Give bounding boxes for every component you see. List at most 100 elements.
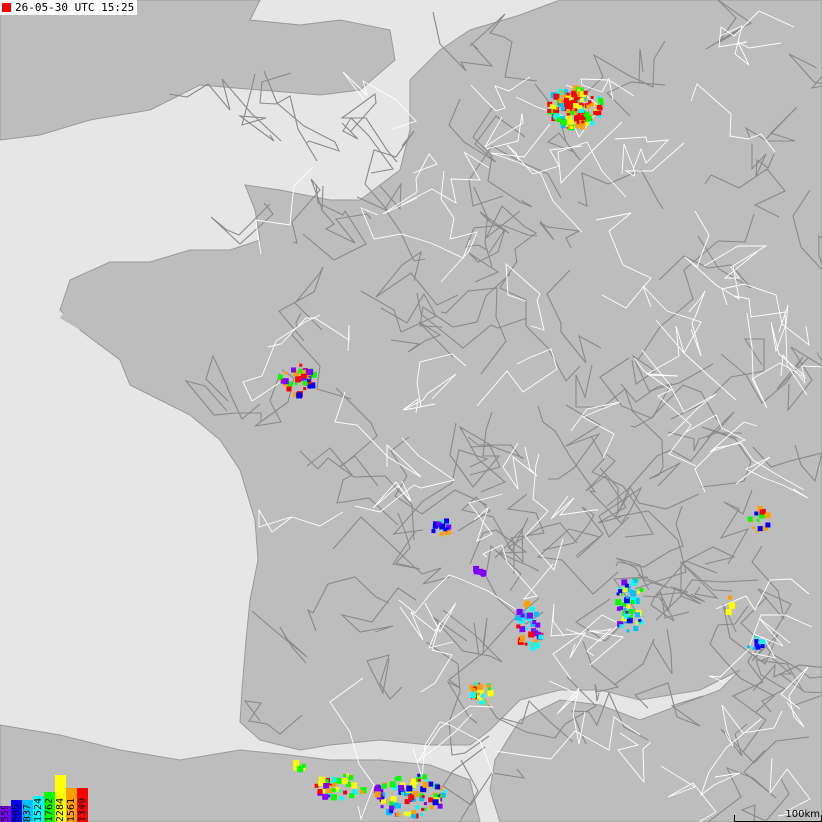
lightning-strike xyxy=(415,805,420,810)
lightning-strike xyxy=(293,759,300,766)
legend-entry: 505 xyxy=(11,800,22,822)
lightning-strike xyxy=(583,90,588,95)
lightning-strike xyxy=(406,785,413,792)
lightning-strike xyxy=(628,608,634,614)
lightning-strike xyxy=(625,610,629,614)
lightning-strike xyxy=(408,794,415,801)
lightning-strike xyxy=(306,379,310,383)
lightning-strike xyxy=(429,805,434,810)
lightning-strike xyxy=(524,642,528,646)
lightning-strike xyxy=(577,88,581,92)
lightning-strike xyxy=(398,785,405,791)
lightning-strike xyxy=(623,613,629,619)
lightning-strike xyxy=(443,789,447,793)
lightning-strike xyxy=(374,786,379,791)
lightning-strike xyxy=(291,367,296,373)
lightning-strike xyxy=(423,802,427,806)
lightning-strike xyxy=(570,125,574,129)
lightning-strike xyxy=(547,109,552,113)
lightning-strike xyxy=(728,595,732,600)
lightning-strike xyxy=(558,98,564,104)
lightning-strike xyxy=(435,784,441,790)
lightning-strike xyxy=(422,781,429,788)
legend-entry: 1561 xyxy=(66,788,77,822)
lightning-strike xyxy=(573,99,578,104)
lightning-strike xyxy=(765,522,771,528)
lightning-strike xyxy=(593,110,598,115)
legend-entry: 2284 xyxy=(55,775,66,822)
lightning-strike xyxy=(630,590,637,597)
lightning-strike xyxy=(635,612,640,618)
lightning-strike xyxy=(532,620,537,624)
lightning-strike xyxy=(633,578,638,583)
lightning-strike xyxy=(516,608,523,615)
lightning-strike xyxy=(635,621,639,625)
lightning-strike xyxy=(760,644,765,648)
lightning-strike xyxy=(381,783,387,789)
lightning-strike xyxy=(297,766,304,773)
lightning-strike xyxy=(299,363,303,367)
lightning-strike xyxy=(389,801,394,806)
lightning-strike xyxy=(479,697,483,701)
lightning-strike xyxy=(528,631,535,638)
lightning-strike xyxy=(751,526,755,530)
lightning-strike xyxy=(339,789,343,793)
lightning-strike xyxy=(757,526,763,532)
lightning-strike xyxy=(428,797,434,803)
lightning-strike xyxy=(580,87,584,91)
lightning-strike xyxy=(348,775,354,781)
lightning-strike xyxy=(439,794,443,798)
legend-label: 559 xyxy=(0,806,11,822)
lightning-strike xyxy=(332,782,337,787)
lightning-strike xyxy=(560,119,567,126)
legend-entry: 1524 xyxy=(33,796,44,822)
legend-entry: 1762 xyxy=(44,792,55,822)
lightning-strike xyxy=(754,639,759,644)
lightning-strike xyxy=(381,796,385,800)
lightning-strike xyxy=(725,609,732,616)
lightning-strike xyxy=(390,796,397,803)
lightning-strike xyxy=(560,90,564,94)
lightning-strike xyxy=(286,386,292,392)
lightning-strike xyxy=(322,793,329,800)
legend-label: 505 xyxy=(11,803,22,822)
lightning-strike xyxy=(439,523,446,530)
lightning-strike xyxy=(624,583,629,588)
lightning-strike xyxy=(395,812,400,817)
lightning-strike xyxy=(538,631,541,635)
lightning-strike xyxy=(764,512,771,519)
lightning-strike xyxy=(487,690,494,697)
lightning-strike xyxy=(525,627,528,631)
lightning-strike xyxy=(566,92,570,96)
lightning-strike xyxy=(389,781,396,788)
lightning-strike xyxy=(480,693,485,698)
lightning-strike xyxy=(476,684,483,691)
strike-age-legend: 559 505 837 1524 1762 2284 1561 1349 xyxy=(0,775,88,822)
lightning-strike xyxy=(575,124,580,129)
lightning-map[interactable] xyxy=(0,0,822,822)
lightning-strike xyxy=(553,114,558,119)
lightning-strike xyxy=(421,774,427,780)
lightning-strike xyxy=(566,109,571,113)
lightning-strike xyxy=(598,115,602,119)
lightning-strike xyxy=(571,90,577,96)
lightning-strike xyxy=(586,104,591,109)
lightning-strike xyxy=(533,642,540,649)
lightning-strike xyxy=(407,811,412,816)
lightning-strike xyxy=(395,802,399,806)
legend-label: 1762 xyxy=(44,797,55,822)
lightning-strike xyxy=(754,642,758,646)
lightning-strike xyxy=(314,783,319,788)
lightning-strike xyxy=(331,794,337,801)
legend-entry: 837 xyxy=(22,800,33,822)
lightning-strike xyxy=(626,604,630,609)
lightning-strike xyxy=(756,518,760,522)
lightning-strike xyxy=(754,511,759,516)
lightning-strike xyxy=(528,641,533,646)
lightning-strike xyxy=(729,602,736,609)
lightning-strike xyxy=(564,102,569,107)
timestamp-marker xyxy=(2,3,11,12)
legend-label: 1349 xyxy=(77,797,88,822)
lightning-strike xyxy=(596,104,602,110)
lightning-strike xyxy=(533,611,539,617)
